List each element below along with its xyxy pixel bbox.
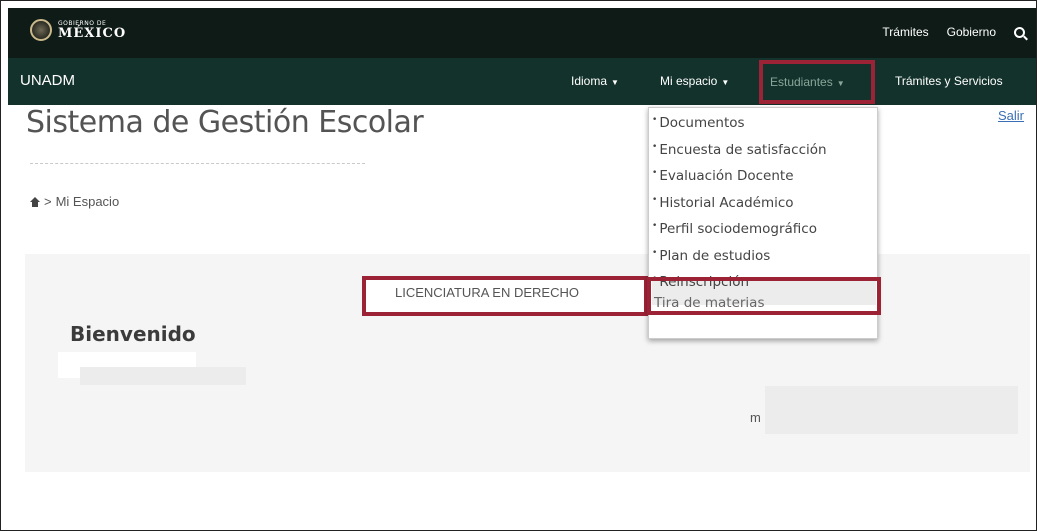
breadcrumb-separator: > <box>44 194 52 209</box>
bullet-icon: • <box>652 247 658 258</box>
dropdown-item-label: Documentos <box>659 115 745 131</box>
tramites-link[interactable]: Trámites <box>882 25 928 39</box>
brand-unadm[interactable]: UNADM <box>20 72 75 89</box>
bullet-icon: • <box>652 221 658 231</box>
main-navbar: UNADM Idioma ▼ Mi espacio ▼ Trámites y Ser… <box>8 58 1037 105</box>
government-links: Trámites Gobierno <box>882 25 1025 39</box>
dropdown-item-label: Plan de estudios <box>659 247 771 264</box>
national-seal-icon <box>30 19 52 41</box>
dropdown-item-documentos[interactable]: • Documentos <box>652 115 745 131</box>
caret-down-icon: ▼ <box>721 78 730 87</box>
dropdown-item-label: Evaluación Docente <box>659 168 794 184</box>
government-header: GOBIERNO DE MÉXICO Trámites Gobierno <box>8 8 1037 58</box>
highlight-estudiantes <box>759 60 875 104</box>
dropdown-item-label: Encuesta de satisfacción <box>659 141 827 158</box>
caret-down-icon: ▼ <box>611 78 619 87</box>
logo-big-text: MÉXICO <box>58 25 127 41</box>
dropdown-item-label: Historial Académico <box>659 194 794 211</box>
logout-link[interactable]: Salir <box>998 108 1024 123</box>
page-title: Sistema de Gestión Escolar <box>26 105 424 140</box>
bullet-icon: • <box>652 141 658 152</box>
dropdown-item-encuesta-de-satisfacción[interactable]: • Encuesta de satisfacción <box>652 142 827 158</box>
search-icon[interactable] <box>1014 26 1025 38</box>
bullet-icon: • <box>652 115 658 125</box>
bullet-icon: • <box>652 168 658 178</box>
highlight-program <box>362 276 648 316</box>
title-divider <box>30 163 365 164</box>
bullet-icon: • <box>652 194 658 205</box>
dropdown-item-label: Perfil sociodemográfico <box>659 221 817 237</box>
breadcrumb: > Mi Espacio <box>30 194 119 209</box>
redacted-info-block <box>765 386 1018 434</box>
home-icon[interactable] <box>30 196 40 207</box>
redacted-name-field <box>80 367 246 385</box>
partial-text: m <box>750 410 761 425</box>
highlight-reinscripcion <box>647 277 881 315</box>
dropdown-item-plan-de-estudios[interactable]: • Plan de estudios <box>652 248 770 264</box>
nav-mi-espacio-label: Mi espacio <box>660 74 718 88</box>
nav-idioma-label: Idioma <box>571 74 608 88</box>
dropdown-item-historial-académico[interactable]: • Historial Académico <box>652 195 794 211</box>
breadcrumb-mi-espacio[interactable]: Mi Espacio <box>56 194 120 209</box>
nav-tramites-servicios[interactable]: Trámites y Servicios <box>895 74 1003 88</box>
dropdown-item-perfil-sociodemográfico[interactable]: • Perfil sociodemográfico <box>652 221 817 237</box>
welcome-heading: Bienvenido <box>70 322 196 346</box>
gobierno-link[interactable]: Gobierno <box>947 25 996 39</box>
gobierno-mexico-logo[interactable]: GOBIERNO DE MÉXICO <box>30 19 126 41</box>
nav-mi-espacio[interactable]: Mi espacio ▼ <box>660 74 729 88</box>
nav-idioma[interactable]: Idioma ▼ <box>571 74 619 88</box>
dropdown-item-evaluación-docente[interactable]: • Evaluación Docente <box>652 168 794 184</box>
